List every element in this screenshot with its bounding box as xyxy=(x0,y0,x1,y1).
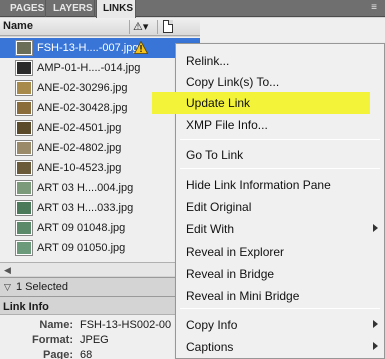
menu-item-captions[interactable]: Captions xyxy=(176,336,384,358)
link-name: ANE-02-30296.jpg xyxy=(37,82,128,94)
menu-item-label: Hide Link Information Pane xyxy=(186,178,331,192)
link-name: ANE-02-30428.jpg xyxy=(37,102,128,114)
info-value: 68 xyxy=(80,349,93,359)
menu-item-label: XMP File Info... xyxy=(186,118,268,132)
list-item[interactable]: ANE-10-4523.jpg xyxy=(0,158,200,178)
info-value: JPEG xyxy=(80,334,109,346)
links-list: FSH-13-H....-007.jpg AMP-01-H....-014.jpg… xyxy=(0,37,200,262)
menu-item-label: Reveal in Bridge xyxy=(186,267,275,281)
menu-item-label: Reveal in Explorer xyxy=(186,245,285,259)
disclosure-triangle-icon[interactable]: ▽ xyxy=(4,282,11,293)
link-name: ART 09 01050.jpg xyxy=(37,242,126,254)
tab-layers[interactable]: LAYERS xyxy=(47,0,95,17)
list-item[interactable]: ART 03 H....004.jpg xyxy=(0,178,200,198)
link-info-header: Link Info xyxy=(0,296,200,314)
warning-icon[interactable] xyxy=(134,41,148,54)
link-thumbnail xyxy=(16,121,32,135)
list-item[interactable]: ANE-02-4501.jpg xyxy=(0,118,200,138)
link-name: ANE-02-4501.jpg xyxy=(37,122,122,134)
links-panel: PAGES LAYERS LINKS ≡ Name ⚠▾ FSH-13-H...… xyxy=(0,0,385,359)
menu-item-edit-original[interactable]: Edit Original xyxy=(176,196,384,218)
scroll-left-icon[interactable]: ◀ xyxy=(4,265,11,276)
link-name: ART 03 H....033.jpg xyxy=(37,202,134,214)
menu-item-label: Captions xyxy=(186,340,234,354)
info-value: FSH-13-HS002-00 xyxy=(80,319,172,331)
selection-count: 1 Selected xyxy=(16,281,68,293)
menu-item-edit-with[interactable]: Edit With xyxy=(176,218,384,240)
menu-item-relink[interactable]: Relink... xyxy=(176,50,384,72)
menu-separator xyxy=(180,139,380,140)
page-column-icon[interactable] xyxy=(163,20,173,33)
menu-item-label: Copy Info xyxy=(186,318,238,332)
menu-item-label: Copy Link(s) To... xyxy=(186,75,280,89)
submenu-arrow-icon xyxy=(373,320,378,328)
column-header: Name ⚠▾ xyxy=(0,18,200,36)
link-name: AMP-01-H....-014.jpg xyxy=(37,62,141,74)
list-item[interactable]: AMP-01-H....-014.jpg xyxy=(0,58,200,78)
info-key: Page: xyxy=(43,349,73,359)
menu-item-label: Edit Original xyxy=(186,200,252,214)
menu-item-go-to-link[interactable]: Go To Link xyxy=(176,144,384,166)
menu-item-label: Update Link xyxy=(186,96,251,110)
menu-item-copy-info[interactable]: Copy Info xyxy=(176,314,384,336)
info-row-page: Page: 68 xyxy=(0,349,200,359)
menu-item-xmp-file-info[interactable]: XMP File Info... xyxy=(176,114,384,136)
link-thumbnail xyxy=(16,181,32,195)
info-row-format: Format: JPEG xyxy=(0,334,200,348)
column-separator xyxy=(129,20,130,34)
menu-item-reveal-in-bridge[interactable]: Reveal in Bridge xyxy=(176,263,384,285)
panel-menu-icon[interactable]: ≡ xyxy=(367,1,381,15)
link-name: ART 09 01048.jpg xyxy=(37,222,126,234)
link-thumbnail xyxy=(16,41,32,55)
list-item[interactable]: FSH-13-H....-007.jpg xyxy=(0,38,200,58)
link-thumbnail xyxy=(16,81,32,95)
list-item[interactable]: ART 03 H....033.jpg xyxy=(0,198,200,218)
menu-item-label: Go To Link xyxy=(186,148,244,162)
menu-item-label: Relink... xyxy=(186,54,230,68)
link-name: ART 03 H....004.jpg xyxy=(37,182,134,194)
menu-item-update-link[interactable]: Update Link xyxy=(152,92,370,114)
menu-separator xyxy=(180,168,380,169)
list-item[interactable]: ART 09 01050.jpg xyxy=(0,238,200,258)
info-key: Name: xyxy=(39,319,73,331)
submenu-arrow-icon xyxy=(373,342,378,350)
link-thumbnail xyxy=(16,241,32,255)
column-separator xyxy=(157,20,158,34)
link-thumbnail xyxy=(16,221,32,235)
link-thumbnail xyxy=(16,141,32,155)
link-thumbnail xyxy=(16,161,32,175)
name-column-header[interactable]: Name xyxy=(3,20,33,32)
list-item[interactable]: ART 09 01048.jpg xyxy=(0,218,200,238)
info-row-name: Name: FSH-13-HS002-00 xyxy=(0,319,200,333)
panel-tab-bar: PAGES LAYERS LINKS ≡ xyxy=(0,0,385,18)
submenu-arrow-icon xyxy=(373,224,378,232)
menu-item-label: Reveal in Mini Bridge xyxy=(186,289,300,303)
menu-item-copy-link-s-to[interactable]: Copy Link(s) To... xyxy=(176,71,384,93)
context-menu: Relink... Copy Link(s) To... Update Link XM… xyxy=(152,43,385,359)
list-item[interactable]: ANE-02-4802.jpg xyxy=(0,138,200,158)
link-name: FSH-13-H....-007.jpg xyxy=(37,42,139,54)
link-info-title: Link Info xyxy=(3,301,49,313)
tab-links-label: LINKS xyxy=(103,3,133,14)
link-name: ANE-10-4523.jpg xyxy=(37,162,122,174)
warning-sort-icon[interactable]: ⚠▾ xyxy=(133,20,148,33)
link-thumbnail xyxy=(16,101,32,115)
tab-pages[interactable]: PAGES xyxy=(4,0,46,17)
link-info-pane: Name: FSH-13-HS002-00 Format: JPEG Page:… xyxy=(0,314,200,359)
link-thumbnail xyxy=(16,201,32,215)
link-name: ANE-02-4802.jpg xyxy=(37,142,122,154)
menu-item-reveal-in-explorer[interactable]: Reveal in Explorer xyxy=(176,241,384,263)
info-key: Format: xyxy=(32,334,73,346)
menu-item-hide-link-information-pane[interactable]: Hide Link Information Pane xyxy=(176,174,384,196)
horizontal-scrollbar[interactable]: ◀ ▶ xyxy=(0,262,200,276)
status-bar: ▽ 1 Selected xyxy=(0,277,200,294)
menu-item-reveal-in-mini-bridge[interactable]: Reveal in Mini Bridge xyxy=(176,285,384,307)
link-thumbnail xyxy=(16,61,32,75)
menu-separator xyxy=(180,308,380,309)
menu-item-label: Edit With xyxy=(186,222,235,236)
tab-links[interactable]: LINKS xyxy=(96,0,136,18)
